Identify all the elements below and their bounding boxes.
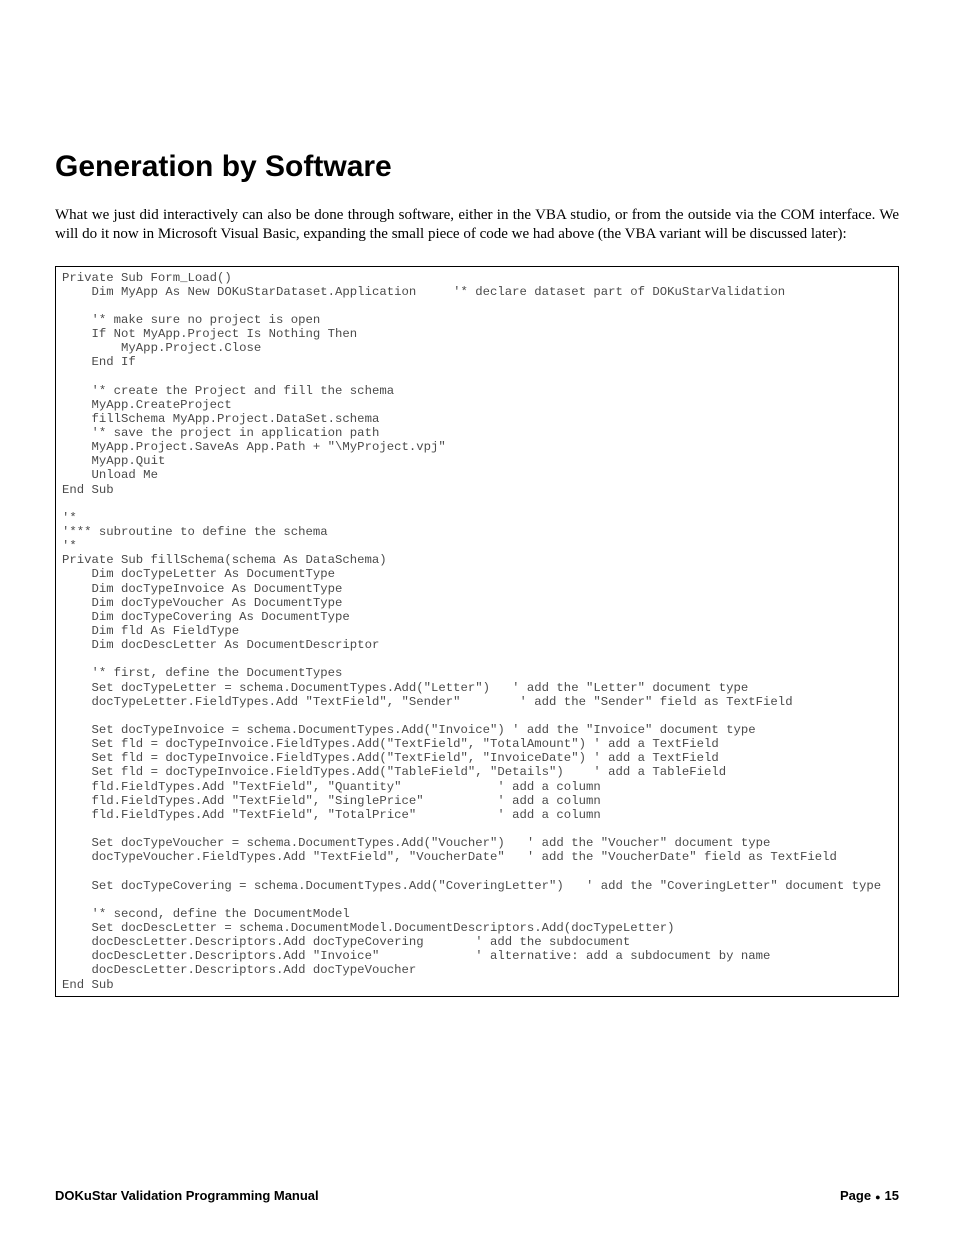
footer-left: DOKuStar Validation Programming Manual xyxy=(55,1188,319,1203)
code-listing: Private Sub Form_Load() Dim MyApp As New… xyxy=(55,266,899,997)
document-page: Generation by Software What we just did … xyxy=(0,0,954,1235)
footer-page-label: Page xyxy=(840,1188,871,1203)
section-heading: Generation by Software xyxy=(55,150,899,184)
footer-page-number: 15 xyxy=(885,1188,899,1203)
footer-right: Page●15 xyxy=(840,1188,899,1203)
page-footer: DOKuStar Validation Programming Manual P… xyxy=(55,1188,899,1203)
intro-paragraph: What we just did interactively can also … xyxy=(55,206,899,244)
bullet-icon: ● xyxy=(871,1192,884,1202)
